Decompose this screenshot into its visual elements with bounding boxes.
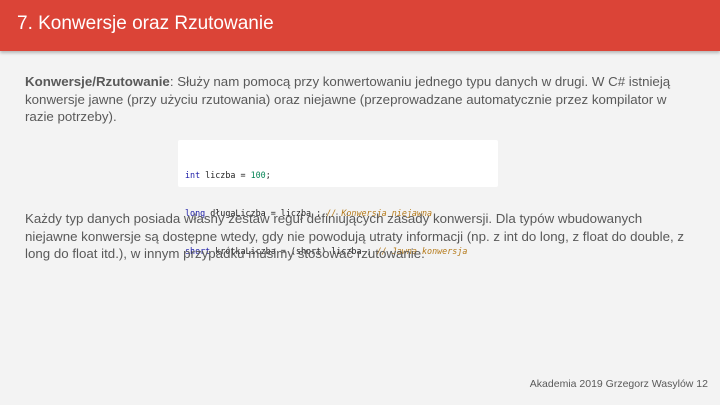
slide-footer: Akademia 2019 Grzegorz Wasylów 12 [529,378,708,390]
slide-title: 7. Konwersje oraz Rzutowanie [17,13,274,34]
slide-header: 7. Konwersje oraz Rzutowanie [0,0,720,51]
code-line-1: int liczba = 100; [185,169,498,182]
code-text: ; [265,170,271,181]
code-keyword: int [185,170,201,181]
intro-paragraph: Konwersje/Rzutowanie: Służy nam pomocą p… [25,73,695,126]
code-snippet: int liczba = 100; long długaLiczba = lic… [178,140,498,256]
code-number: 100 [250,170,266,181]
code-text: liczba = [200,170,251,181]
body-paragraph: Każdy typ danych posiada własny zestaw r… [25,211,685,262]
intro-term: Konwersje/Rzutowanie [25,74,170,89]
